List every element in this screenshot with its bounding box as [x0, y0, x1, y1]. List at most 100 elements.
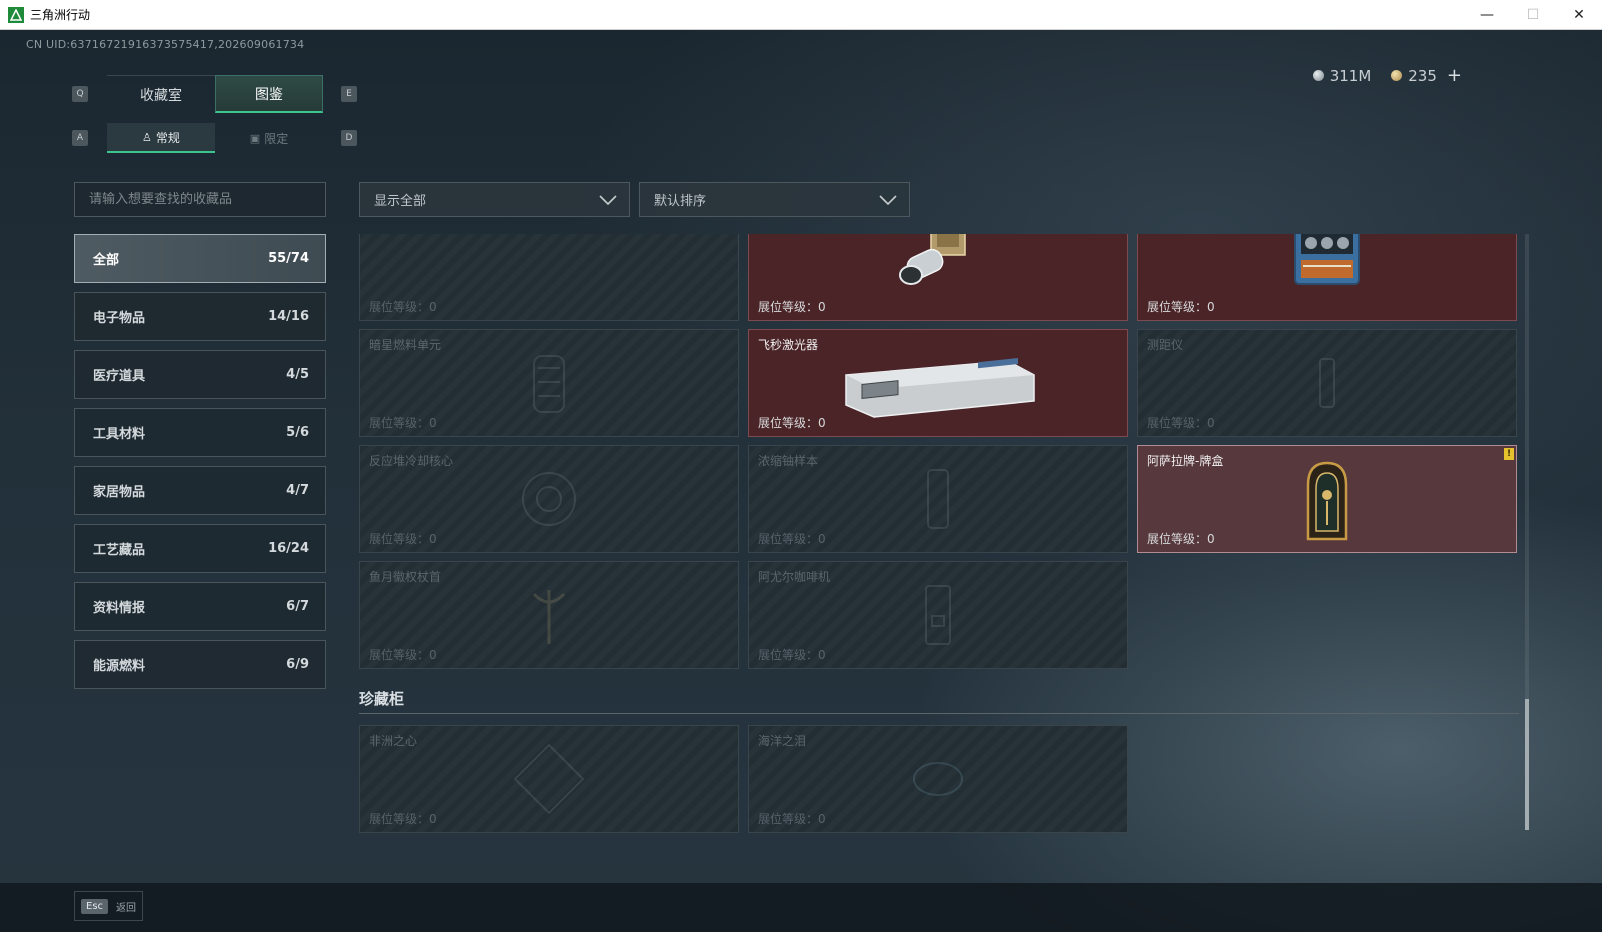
category-count: 16/24 [268, 541, 309, 556]
category-count: 14/16 [268, 309, 309, 324]
collectible-card[interactable]: 测距仪 展位等级：0 [1137, 329, 1517, 437]
collectible-card[interactable]: 海洋之泪 展位等级：0 [748, 725, 1128, 833]
collectible-name: 暗星燃料单元 [369, 338, 442, 352]
collectible-name: 飞秒激光器 [758, 338, 819, 352]
category-electronics[interactable]: 电子物品 14/16 [74, 292, 326, 341]
app-logo-icon [8, 6, 24, 23]
category-crafts[interactable]: 工艺藏品 16/24 [74, 524, 326, 573]
collectible-card[interactable]: 反应堆冷却核心 展位等级：0 [359, 445, 739, 553]
collectible-card[interactable]: 展位等级：0 [359, 234, 739, 321]
display-level: 展位等级：0 [369, 300, 437, 314]
display-level: 展位等级：0 [1147, 416, 1215, 430]
scepter-icon [532, 590, 566, 644]
category-count: 6/9 [286, 657, 309, 672]
back-label: 返回 [116, 902, 137, 914]
silver-amount: 311M [1329, 66, 1372, 85]
gold-amount: 235 [1408, 66, 1437, 85]
minimize-button[interactable]: — [1464, 0, 1510, 30]
category-count: 6/7 [286, 599, 309, 614]
collectible-card[interactable]: 飞秒激光器 展位等级：0 [748, 329, 1128, 437]
user-uid: CN UID:63716721916373575417,202609061734 [26, 38, 305, 51]
grid-scrollbar[interactable] [1525, 234, 1529, 830]
category-label: 工具材料 [93, 427, 146, 442]
tab-collection-room[interactable]: 收藏室 [107, 75, 215, 113]
reactor-core-icon [522, 472, 576, 526]
display-level: 展位等级：0 [1147, 300, 1215, 314]
category-intel[interactable]: 资料情报 6/7 [74, 582, 326, 631]
image-icon: ▣ [249, 131, 261, 145]
diamond-icon [513, 743, 585, 815]
tab-codex[interactable]: 图鉴 [215, 75, 323, 113]
currency-bar: 311M 235 + [1312, 65, 1462, 86]
display-level: 展位等级：0 [369, 812, 437, 826]
key-hint-d: D [341, 130, 357, 146]
collectible-card[interactable]: 展位等级：0 [1137, 234, 1517, 321]
category-tools[interactable]: 工具材料 5/6 [74, 408, 326, 457]
category-count: 4/5 [286, 367, 309, 382]
cabinet-section-title: 珍藏柜 [359, 690, 405, 708]
filter-dropdown-value: 显示全部 [374, 194, 427, 209]
subtab-regular-label: 常规 [155, 130, 180, 145]
gem-icon [913, 762, 963, 796]
display-level: 展位等级：0 [369, 648, 437, 662]
device-item-icon [899, 234, 966, 286]
add-currency-button[interactable]: + [1447, 65, 1462, 86]
search-box[interactable] [74, 182, 326, 217]
chevron-down-icon [599, 194, 617, 205]
subtab-limited[interactable]: ▣ 限定 [215, 123, 323, 153]
window-title: 三角洲行动 [30, 8, 91, 22]
esc-key-hint: Esc [81, 898, 109, 914]
engine-item-icon [1294, 234, 1360, 286]
collectible-name: 海洋之泪 [758, 734, 807, 748]
category-count: 4/7 [286, 483, 309, 498]
collectible-card[interactable]: 阿尤尔咖啡机 展位等级：0 [748, 561, 1128, 669]
laser-case-icon [845, 358, 1035, 419]
display-level: 展位等级：0 [758, 812, 826, 826]
display-level: 展位等级：0 [758, 648, 826, 662]
category-count: 55/74 [268, 251, 309, 266]
game-view: CN UID:63716721916373575417,202609061734… [0, 30, 1602, 932]
collectible-name: 阿尤尔咖啡机 [758, 570, 831, 584]
maximize-button[interactable]: ☐ [1510, 0, 1556, 30]
collectible-card[interactable]: 鱼月徽权杖首 展位等级：0 [359, 561, 739, 669]
collectible-name: 反应堆冷却核心 [369, 454, 454, 468]
card-box-icon [1306, 461, 1348, 541]
rangefinder-icon [1319, 358, 1335, 408]
scrollbar-thumb[interactable] [1525, 699, 1529, 830]
category-label: 医疗道具 [93, 369, 146, 384]
sub-tabs: ♙ 常规 ▣ 限定 [107, 123, 323, 153]
category-household[interactable]: 家居物品 4/7 [74, 466, 326, 515]
category-energy[interactable]: 能源燃料 6/9 [74, 640, 326, 689]
key-hint-e: E [341, 86, 357, 102]
bottom-bar: Esc 返回 [0, 883, 1602, 932]
fuel-cell-icon [533, 355, 565, 413]
chevron-down-icon [879, 194, 897, 205]
display-level: 展位等级：0 [758, 416, 826, 430]
search-input[interactable] [89, 192, 319, 207]
display-level: 展位等级：0 [1147, 532, 1215, 546]
category-label: 全部 [93, 253, 120, 268]
collectible-card[interactable]: 暗星燃料单元 展位等级：0 [359, 329, 739, 437]
close-button[interactable]: ✕ [1556, 0, 1602, 30]
collectible-card[interactable]: 浓缩铀样本 展位等级：0 [748, 445, 1128, 553]
silver-coin-icon [1312, 70, 1324, 81]
sort-dropdown[interactable]: 默认排序 [639, 182, 910, 217]
filter-dropdown[interactable]: 显示全部 [359, 182, 630, 217]
collectible-card[interactable]: 非洲之心 展位等级：0 [359, 725, 739, 833]
category-all[interactable]: 全部 55/74 [74, 234, 326, 283]
category-count: 5/6 [286, 425, 309, 440]
collectible-card[interactable]: 阿萨拉牌-牌盒 展位等级：0 ! [1137, 445, 1517, 553]
category-label: 资料情报 [93, 601, 146, 616]
subtab-regular[interactable]: ♙ 常规 [107, 123, 215, 153]
subtab-limited-label: 限定 [264, 131, 289, 146]
window-titlebar: 三角洲行动 — ☐ ✕ [0, 0, 1602, 30]
gold-coin-icon [1391, 70, 1403, 81]
category-list: 全部 55/74 电子物品 14/16 医疗道具 4/5 工具材料 5/6 家居… [74, 234, 326, 698]
key-hint-a: A [72, 130, 88, 146]
category-medical[interactable]: 医疗道具 4/5 [74, 350, 326, 399]
silver-currency: 311M [1312, 66, 1372, 85]
collectible-card[interactable]: 展位等级：0 [748, 234, 1128, 321]
section-divider [359, 713, 1519, 714]
back-button[interactable]: Esc 返回 [74, 891, 144, 921]
category-label: 家居物品 [93, 485, 146, 500]
